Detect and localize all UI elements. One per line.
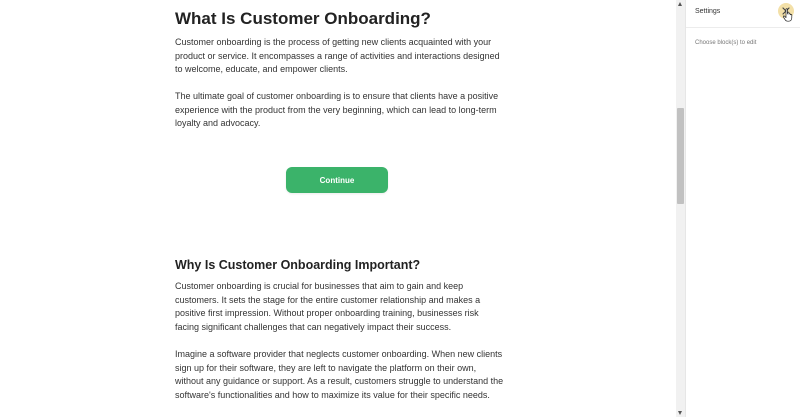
scroll-down-icon[interactable] (678, 411, 682, 415)
panel-hint: Choose block(s) to edit (695, 40, 757, 46)
editor-canvas: What Is Customer Onboarding? Customer on… (0, 0, 676, 417)
intro-paragraph: Customer onboarding is the process of ge… (175, 37, 500, 75)
continue-button[interactable]: Continue (286, 167, 388, 193)
importance-paragraph: Customer onboarding is crucial for busin… (175, 281, 481, 332)
hand-cursor-icon (782, 8, 793, 22)
scroll-up-icon[interactable] (678, 2, 682, 6)
panel-divider (686, 27, 800, 28)
goal-paragraph: The ultimate goal of customer onboarding… (175, 91, 499, 129)
section-title: Why Is Customer Onboarding Important? (175, 258, 421, 272)
scroll-thumb[interactable] (677, 108, 684, 204)
page-title: What Is Customer Onboarding? (175, 9, 431, 28)
vertical-scrollbar[interactable] (676, 0, 685, 417)
settings-title: Settings (695, 8, 721, 15)
example-paragraph: Imagine a software provider that neglect… (175, 349, 504, 400)
settings-panel: Settings Choose block(s) to edit (685, 0, 800, 417)
